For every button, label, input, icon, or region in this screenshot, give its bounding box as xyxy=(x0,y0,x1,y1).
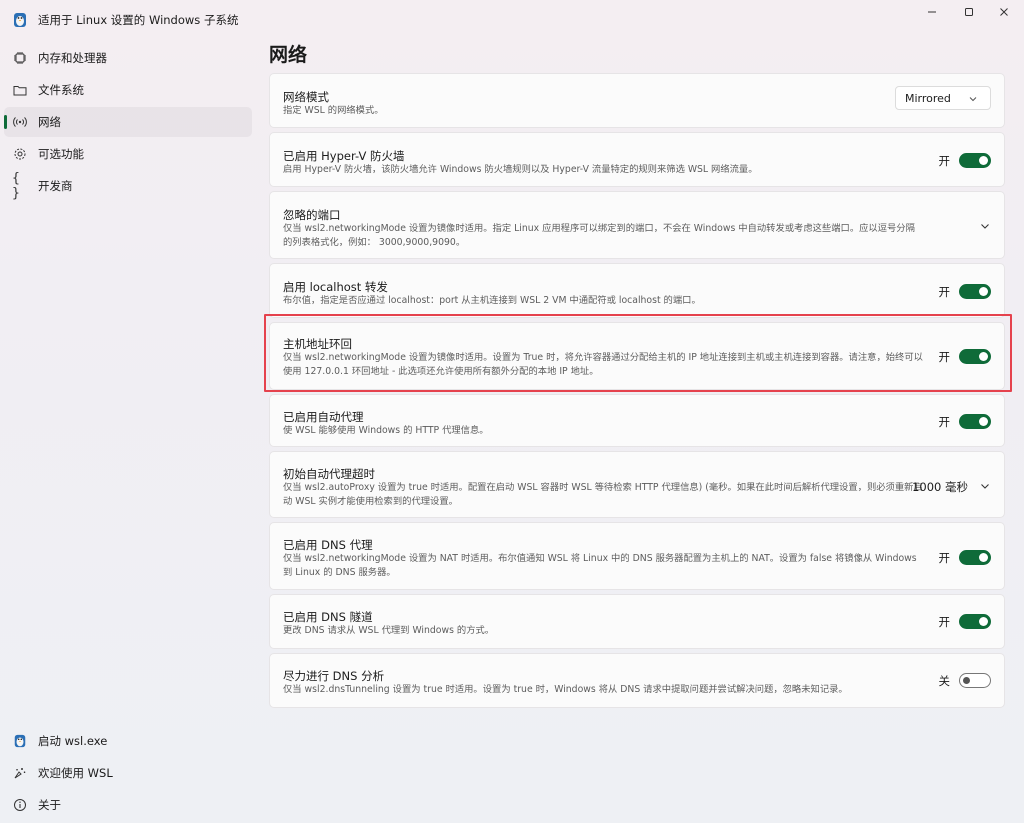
sidebar-item-label: 可选功能 xyxy=(38,147,84,161)
welcome-sparkle-icon xyxy=(12,765,28,781)
setting-description: 启用 Hyper-V 防火墙，该防火墙允许 Windows 防火墙规则以及 Hy… xyxy=(283,164,758,175)
setting-title: 已启用 Hyper-V 防火墙 xyxy=(283,149,405,163)
dns-tunneling-toggle[interactable] xyxy=(959,614,991,629)
maximize-button[interactable] xyxy=(952,0,986,24)
wsl-penguin-icon xyxy=(14,13,26,27)
toggle-state-label: 开 xyxy=(938,615,951,629)
setting-localhost-forwarding: 启用 localhost 转发 布尔值，指定是否应通过 localhost：po… xyxy=(269,263,1005,318)
setting-title: 网络模式 xyxy=(283,90,329,104)
gear-icon xyxy=(12,146,28,162)
setting-description: 布尔值，指定是否应通过 localhost：port 从主机连接到 WSL 2 … xyxy=(283,295,701,306)
sidebar-item-about[interactable]: 关于 xyxy=(4,790,252,820)
setting-description: 指定 WSL 的网络模式。 xyxy=(283,105,384,116)
dns-proxy-toggle[interactable] xyxy=(959,550,991,565)
toggle-state-label: 开 xyxy=(938,285,951,299)
setting-title: 已启用 DNS 隧道 xyxy=(283,610,373,624)
memory-chip-icon xyxy=(12,50,28,66)
setting-title: 启用 localhost 转发 xyxy=(283,280,388,294)
setting-networking-mode: 网络模式 指定 WSL 的网络模式。 Mirrored xyxy=(269,73,1005,128)
setting-description: 更改 DNS 请求从 WSL 代理到 Windows 的方式。 xyxy=(283,625,495,636)
best-effort-dns-parsing-toggle[interactable] xyxy=(959,673,991,688)
wsl-penguin-icon xyxy=(12,733,28,749)
title-bar: 适用于 Linux 设置的 Windows 子系统 xyxy=(0,0,1024,40)
networking-mode-dropdown[interactable]: Mirrored xyxy=(895,86,991,110)
sidebar-item-developer[interactable]: { } 开发商 xyxy=(4,171,252,201)
toggle-state-label: 开 xyxy=(938,415,951,429)
setting-auto-proxy-timeout[interactable]: 初始自动代理超时 仅当 wsl2.autoProxy 设置为 true 时适用。… xyxy=(269,451,1005,518)
sidebar-item-label: 内存和处理器 xyxy=(38,51,107,65)
setting-auto-proxy: 已启用自动代理 使 WSL 能够使用 Windows 的 HTTP 代理信息。 … xyxy=(269,394,1005,447)
setting-title: 已启用 DNS 代理 xyxy=(283,538,373,552)
hyperv-firewall-toggle[interactable] xyxy=(959,153,991,168)
toggle-state-label: 关 xyxy=(938,674,951,688)
sidebar-item-label: 开发商 xyxy=(38,179,73,193)
setting-title: 初始自动代理超时 xyxy=(283,467,375,481)
setting-title: 尽力进行 DNS 分析 xyxy=(283,669,385,683)
info-icon xyxy=(12,797,28,813)
setting-description: 仅当 wsl2.networkingMode 设置为 NAT 时适用。布尔值通知… xyxy=(283,553,917,578)
setting-description: 仅当 wsl2.networkingMode 设置为镜像时适用。指定 Linux… xyxy=(283,223,915,248)
chevron-down-icon xyxy=(969,97,977,102)
close-button[interactable] xyxy=(987,0,1021,24)
dropdown-value: Mirrored xyxy=(905,91,951,105)
sidebar-item-welcome[interactable]: 欢迎使用 WSL xyxy=(4,758,252,788)
sidebar-item-launch-wsl[interactable]: 启动 wsl.exe xyxy=(4,726,252,756)
maximize-icon xyxy=(965,8,973,16)
setting-description: 仅当 wsl2.dnsTunneling 设置为 true 时适用。设置为 tr… xyxy=(283,684,848,695)
setting-hyperv-firewall: 已启用 Hyper-V 防火墙 启用 Hyper-V 防火墙，该防火墙允许 Wi… xyxy=(269,132,1005,187)
sidebar-item-label: 欢迎使用 WSL xyxy=(38,766,113,780)
timeout-value: 1000 毫秒 xyxy=(912,480,968,494)
setting-description: 仅当 wsl2.autoProxy 设置为 true 时适用。配置在启动 WSL… xyxy=(283,482,923,507)
sidebar-item-optional-features[interactable]: 可选功能 xyxy=(4,139,252,169)
localhost-forwarding-toggle[interactable] xyxy=(959,284,991,299)
highlight-annotation xyxy=(264,314,1012,392)
sidebar-item-label: 网络 xyxy=(38,115,61,129)
auto-proxy-toggle[interactable] xyxy=(959,414,991,429)
setting-dns-tunneling: 已启用 DNS 隧道 更改 DNS 请求从 WSL 代理到 Windows 的方… xyxy=(269,594,1005,649)
setting-dns-proxy: 已启用 DNS 代理 仅当 wsl2.networkingMode 设置为 NA… xyxy=(269,522,1005,590)
network-antenna-icon xyxy=(12,114,28,130)
braces-icon: { } xyxy=(12,171,20,201)
sidebar-item-network[interactable]: 网络 xyxy=(4,107,252,137)
sidebar-item-filesystem[interactable]: 文件系统 xyxy=(4,75,252,105)
setting-best-effort-dns-parsing: 尽力进行 DNS 分析 仅当 wsl2.dnsTunneling 设置为 tru… xyxy=(269,653,1005,708)
setting-title: 忽略的端口 xyxy=(283,208,341,222)
sidebar-item-label: 文件系统 xyxy=(38,83,84,97)
setting-title: 已启用自动代理 xyxy=(283,410,364,424)
wsl-settings-window: 适用于 Linux 设置的 Windows 子系统 内存和处理器 文件系统 网络… xyxy=(0,0,1024,823)
sidebar-item-memory[interactable]: 内存和处理器 xyxy=(4,43,252,73)
folder-icon xyxy=(12,82,28,98)
minimize-icon xyxy=(928,11,936,13)
window-title: 适用于 Linux 设置的 Windows 子系统 xyxy=(38,13,239,27)
toggle-state-label: 开 xyxy=(938,154,951,168)
close-icon xyxy=(1000,8,1008,16)
setting-description: 使 WSL 能够使用 Windows 的 HTTP 代理信息。 xyxy=(283,425,489,436)
sidebar-item-label: 启动 wsl.exe xyxy=(38,734,108,748)
page-title: 网络 xyxy=(269,44,308,66)
setting-ignored-ports[interactable]: 忽略的端口 仅当 wsl2.networkingMode 设置为镜像时适用。指定… xyxy=(269,191,1005,259)
toggle-state-label: 开 xyxy=(938,551,951,565)
sidebar-item-label: 关于 xyxy=(38,798,61,812)
chevron-down-icon[interactable] xyxy=(979,480,991,492)
minimize-button[interactable] xyxy=(915,0,949,24)
chevron-down-icon[interactable] xyxy=(979,220,991,232)
